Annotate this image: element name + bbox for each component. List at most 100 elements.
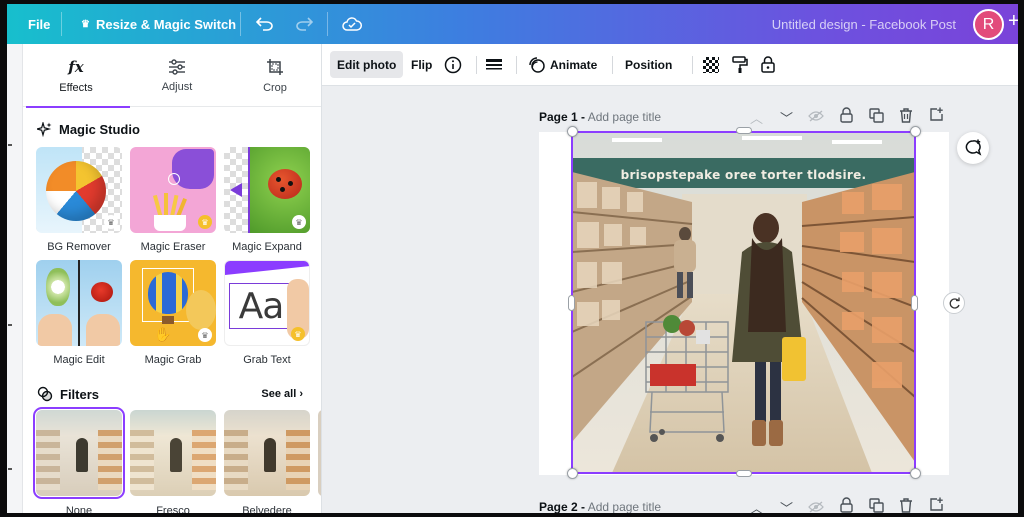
edit-photo-button[interactable]: Edit photo [330, 51, 404, 78]
lock-page-icon[interactable] [840, 107, 853, 123]
resize-handle-bottom-left[interactable] [567, 468, 578, 479]
resize-handle-right[interactable] [911, 295, 918, 311]
see-all-link[interactable]: See all › [261, 388, 303, 400]
duplicate-page-icon[interactable] [869, 498, 884, 513]
resize-handle-top-left[interactable] [567, 126, 578, 137]
filter-thumbnail-partial[interactable] [318, 410, 321, 496]
shopper-figure [264, 438, 276, 472]
move-page-down-icon[interactable]: ﹀ [780, 108, 793, 127]
tab-crop[interactable]: Crop [225, 44, 321, 107]
animate-button[interactable]: Animate [528, 51, 597, 78]
move-page-up-icon[interactable]: ︿ [750, 108, 763, 127]
magic-expand-tile[interactable]: ♛ [224, 147, 310, 233]
selection-outline [571, 131, 916, 474]
ghost-shape [186, 290, 216, 330]
duplicate-page-icon[interactable] [869, 108, 884, 123]
tab-adjust[interactable]: Adjust [127, 44, 227, 107]
magic-grab-tile[interactable]: ✋ ♛ [130, 260, 216, 346]
resize-handle-left[interactable] [568, 295, 575, 311]
hide-page-icon[interactable] [808, 501, 824, 513]
redo-icon [296, 17, 313, 31]
tab-effects[interactable]: fx Effects [26, 44, 130, 108]
info-icon [444, 56, 462, 73]
grab-text-tile[interactable]: Aa ♛ [224, 260, 310, 346]
resize-button[interactable]: ♛ Resize & Magic Switch [81, 4, 236, 44]
animate-label: Animate [550, 57, 598, 72]
position-button[interactable]: Position [625, 51, 672, 78]
resize-handle-bottom[interactable] [736, 470, 752, 477]
filter-label: Fresco [156, 505, 190, 513]
add-page-icon[interactable] [929, 497, 944, 512]
tool-label: Magic Eraser [140, 241, 206, 253]
page-2-title[interactable]: Page 2 - Add page title [539, 500, 661, 513]
fries-image [152, 193, 188, 231]
tab-label: Adjust [161, 80, 193, 93]
flip-button[interactable]: Flip [411, 51, 432, 78]
crop-icon [267, 58, 283, 75]
resize-handle-top[interactable] [736, 127, 752, 134]
arrow-left-icon [230, 183, 242, 197]
filter-thumbnail-fresco[interactable] [130, 410, 216, 496]
chevron-right-icon: › [299, 388, 303, 400]
lock-button[interactable] [761, 51, 775, 78]
rail-marker [8, 324, 12, 326]
tab-label: Effects [59, 81, 93, 94]
info-button[interactable] [444, 51, 462, 78]
document-title[interactable]: Untitled design - Facebook Post [772, 4, 956, 44]
app-window: File ♛ Resize & Magic Switch Untitled de… [7, 4, 1018, 513]
rotate-button[interactable] [943, 292, 965, 314]
eraser-cursor-icon [168, 173, 180, 185]
bg-remover-tile[interactable]: ♛ [36, 147, 122, 233]
lock-icon [761, 56, 775, 73]
move-page-up-icon[interactable]: ︿ [750, 498, 763, 513]
file-menu[interactable]: File [28, 4, 50, 44]
avatar[interactable]: R [973, 9, 1004, 40]
top-bar: File ♛ Resize & Magic Switch Untitled de… [7, 4, 1018, 44]
add-page-icon[interactable] [929, 107, 944, 122]
page-2-title-placeholder: Add page title [587, 500, 662, 513]
cloud-save-status[interactable] [342, 4, 362, 44]
rotate-icon [949, 297, 960, 309]
border-style-button[interactable] [486, 51, 502, 78]
grab-text-sample: Aa [229, 283, 293, 329]
hide-page-icon[interactable] [808, 110, 824, 122]
hand-image [38, 314, 72, 346]
resize-handle-top-right[interactable] [910, 126, 921, 137]
page-1-label: Page 1 - [539, 110, 586, 124]
see-all-label: See all [261, 388, 297, 400]
add-collaborator-icon[interactable]: + [1008, 10, 1018, 33]
shelf-right [98, 430, 122, 490]
page-1-title-placeholder: Add page title [587, 110, 662, 124]
tab-label: Crop [263, 81, 287, 94]
copy-style-button[interactable] [732, 51, 748, 78]
red-rose-image [91, 282, 113, 302]
resize-handle-bottom-right[interactable] [910, 468, 921, 479]
tool-label: Magic Grab [144, 354, 202, 366]
page-1-title[interactable]: Page 1 - Add page title [539, 110, 661, 124]
move-page-down-icon[interactable]: ﹀ [780, 498, 793, 513]
divider [476, 56, 477, 74]
undo-button[interactable] [256, 4, 274, 44]
transparency-button[interactable] [703, 51, 719, 78]
filter-thumbnail-none[interactable] [33, 407, 125, 499]
filter-thumbnail-belvedere[interactable] [224, 410, 310, 496]
magic-edit-tile[interactable] [36, 260, 122, 346]
delete-page-icon[interactable] [899, 108, 913, 123]
position-label: Position [625, 57, 673, 72]
shelf-right [192, 430, 216, 490]
sparkle-icon [37, 122, 52, 137]
add-comment-button[interactable] [957, 132, 989, 164]
hot-air-balloon-image [148, 272, 188, 314]
delete-page-icon[interactable] [899, 498, 913, 513]
hand-cursor-icon: ✋ [154, 326, 172, 342]
filters-title: Filters [60, 386, 100, 402]
divider [240, 12, 241, 36]
magic-eraser-tile[interactable]: ♛ [130, 147, 216, 233]
shelf-right [286, 430, 310, 490]
file-menu-label: File [28, 16, 51, 32]
filters-heading: Filters [37, 386, 99, 402]
redo-button[interactable] [295, 4, 313, 44]
lock-page-icon[interactable] [840, 497, 853, 513]
active-tab-indicator [26, 106, 130, 108]
filter-label: None [65, 505, 93, 513]
